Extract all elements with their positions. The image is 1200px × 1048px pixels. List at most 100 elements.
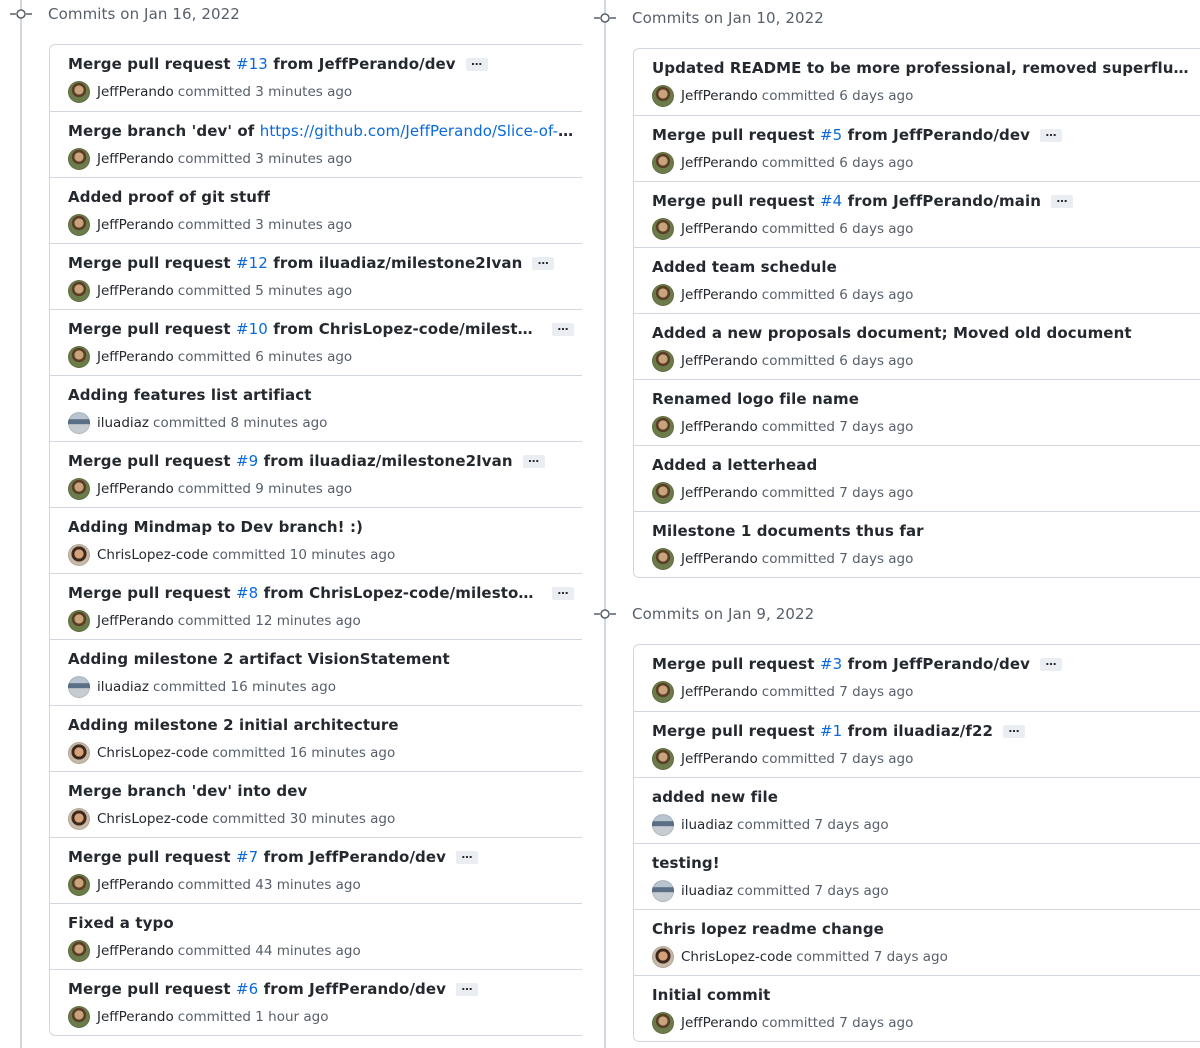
commit-message-prefix[interactable]: Fixed a typo [68, 914, 174, 932]
commit-message-prefix[interactable]: testing! [652, 854, 720, 872]
commit-message[interactable]: Added a new proposals document; Moved ol… [652, 324, 1192, 342]
commit-message[interactable]: added new file [652, 788, 1192, 806]
commit-message[interactable]: Merge branch 'dev' of https://github.com… [68, 122, 574, 140]
commit-reference-link[interactable]: #4 [820, 192, 842, 210]
commit-message[interactable]: Milestone 1 documents thus far [652, 522, 1192, 540]
commit-author[interactable]: JeffPerando [97, 349, 174, 365]
avatar[interactable] [652, 814, 674, 836]
commit-message[interactable]: Merge pull request #5 from JeffPerando/d… [652, 126, 1192, 144]
commit-author[interactable]: JeffPerando [681, 419, 758, 435]
avatar[interactable] [68, 346, 90, 368]
commit-message-text[interactable]: Added team schedule [652, 258, 837, 276]
avatar[interactable] [68, 148, 90, 170]
commit-message-text[interactable]: Initial commit [652, 986, 770, 1004]
commit-message-prefix[interactable]: Merge pull request [652, 722, 820, 740]
commit-message[interactable]: Merge branch 'dev' into dev [68, 782, 574, 800]
commit-author[interactable]: JeffPerando [97, 613, 174, 629]
commit-message-prefix[interactable]: Milestone 1 documents thus far [652, 522, 924, 540]
commit-message-suffix[interactable]: from JeffPerando/dev [268, 55, 456, 73]
expand-message-button[interactable]: … [456, 981, 479, 996]
commit-message[interactable]: Fixed a typo [68, 914, 574, 932]
commit-message[interactable]: Merge pull request #8 from ChrisLopez-co… [68, 584, 574, 602]
commit-reference-link[interactable]: #6 [236, 980, 258, 998]
avatar[interactable] [652, 350, 674, 372]
commit-message-text[interactable]: Merge pull request #7 from JeffPerando/d… [68, 848, 446, 866]
commit-message-suffix[interactable]: from JeffPerando/dev [842, 126, 1030, 144]
expand-message-button[interactable]: … [552, 321, 574, 336]
commit-message-prefix[interactable]: Updated README to be more professional, … [652, 59, 1192, 77]
commit-message-prefix[interactable]: Initial commit [652, 986, 770, 1004]
expand-message-button[interactable]: … [456, 849, 479, 864]
commit-message-prefix[interactable]: Merge pull request [68, 848, 236, 866]
commit-author[interactable]: JeffPerando [681, 684, 758, 700]
avatar[interactable] [652, 946, 674, 968]
commit-message[interactable]: Merge pull request #7 from JeffPerando/d… [68, 848, 574, 866]
commit-message[interactable]: Added proof of git stuff [68, 188, 574, 206]
avatar[interactable] [652, 1012, 674, 1034]
avatar[interactable] [68, 940, 90, 962]
commit-message-text[interactable]: Merge pull request #3 from JeffPerando/d… [652, 655, 1030, 673]
commit-message-text[interactable]: Merge pull request #4 from JeffPerando/m… [652, 192, 1041, 210]
avatar[interactable] [652, 152, 674, 174]
commit-message-text[interactable]: Fixed a typo [68, 914, 174, 932]
commit-author[interactable]: JeffPerando [97, 1009, 174, 1025]
commit-message-text[interactable]: Merge pull request #1 from iluadiaz/f22 [652, 722, 993, 740]
commit-message-prefix[interactable]: Added team schedule [652, 258, 837, 276]
commit-message-prefix[interactable]: Chris lopez readme change [652, 920, 884, 938]
commit-message-prefix[interactable]: Adding milestone 2 artifact VisionStatem… [68, 650, 450, 668]
commit-message-prefix[interactable]: Merge pull request [68, 254, 236, 272]
commit-reference-link[interactable]: #7 [236, 848, 258, 866]
commit-message-text[interactable]: Added a letterhead [652, 456, 817, 474]
commit-message-prefix[interactable]: Added a new proposals document; Moved ol… [652, 324, 1132, 342]
commit-message[interactable]: Adding Mindmap to Dev branch! :) [68, 518, 574, 536]
avatar[interactable] [652, 218, 674, 240]
commit-message-prefix[interactable]: Merge pull request [652, 655, 820, 673]
avatar[interactable] [652, 880, 674, 902]
avatar[interactable] [652, 416, 674, 438]
commit-author[interactable]: JeffPerando [97, 283, 174, 299]
expand-message-button[interactable]: … [1040, 656, 1063, 671]
commit-message-prefix[interactable]: added new file [652, 788, 778, 806]
avatar[interactable] [68, 544, 90, 566]
commit-message-prefix[interactable]: Merge branch 'dev' of [68, 122, 260, 140]
avatar[interactable] [652, 681, 674, 703]
avatar[interactable] [68, 412, 90, 434]
commit-message-text[interactable]: Merge pull request #13 from JeffPerando/… [68, 55, 456, 73]
commit-message-suffix[interactable]: from iluadiaz/milestone2Ivan [258, 452, 513, 470]
avatar[interactable] [68, 1006, 90, 1028]
commit-reference-link[interactable]: #1 [820, 722, 842, 740]
commit-message[interactable]: Updated README to be more professional, … [652, 59, 1192, 77]
commit-message-prefix[interactable]: Added proof of git stuff [68, 188, 270, 206]
avatar[interactable] [652, 85, 674, 107]
avatar[interactable] [68, 280, 90, 302]
commit-message[interactable]: Adding features list artifiact [68, 386, 574, 404]
commit-message-text[interactable]: Merge pull request #10 from ChrisLopez-c… [68, 320, 542, 338]
commit-message-text[interactable]: Merge pull request #8 from ChrisLopez-co… [68, 584, 542, 602]
commit-message-text[interactable]: Added a new proposals document; Moved ol… [652, 324, 1132, 342]
commit-message-suffix[interactable]: from iluadiaz/milestone2Ivan [268, 254, 522, 272]
commit-message[interactable]: Merge pull request #13 from JeffPerando/… [68, 55, 574, 73]
avatar[interactable] [652, 748, 674, 770]
commit-message-suffix[interactable]: from ChrisLopez-code/milestone2Chris [268, 320, 542, 338]
commit-message-prefix[interactable]: Added a letterhead [652, 456, 817, 474]
commit-message[interactable]: Merge pull request #3 from JeffPerando/d… [652, 655, 1192, 673]
commit-author[interactable]: JeffPerando [681, 353, 758, 369]
commit-message-text[interactable]: Merge branch 'dev' of https://github.com… [68, 122, 574, 140]
commit-message-text[interactable]: Merge branch 'dev' into dev [68, 782, 307, 800]
avatar[interactable] [68, 808, 90, 830]
commit-author[interactable]: JeffPerando [681, 485, 758, 501]
commit-author[interactable]: JeffPerando [97, 84, 174, 100]
commit-message-prefix[interactable]: Merge pull request [68, 55, 236, 73]
commit-message-prefix[interactable]: Merge pull request [652, 192, 820, 210]
commit-reference-link[interactable]: #13 [236, 55, 268, 73]
commit-message[interactable]: Merge pull request #4 from JeffPerando/m… [652, 192, 1192, 210]
commit-message-prefix[interactable]: Adding milestone 2 initial architecture [68, 716, 399, 734]
commit-message-suffix[interactable]: from JeffPerando/dev [258, 848, 446, 866]
commit-message-text[interactable]: Adding milestone 2 initial architecture [68, 716, 399, 734]
commit-message-prefix[interactable]: Adding Mindmap to Dev branch! :) [68, 518, 363, 536]
commit-author[interactable]: iluadiaz [681, 817, 733, 833]
avatar[interactable] [68, 81, 90, 103]
commit-author[interactable]: JeffPerando [97, 481, 174, 497]
commit-reference-link[interactable]: #5 [820, 126, 842, 144]
expand-message-button[interactable]: … [465, 56, 488, 71]
